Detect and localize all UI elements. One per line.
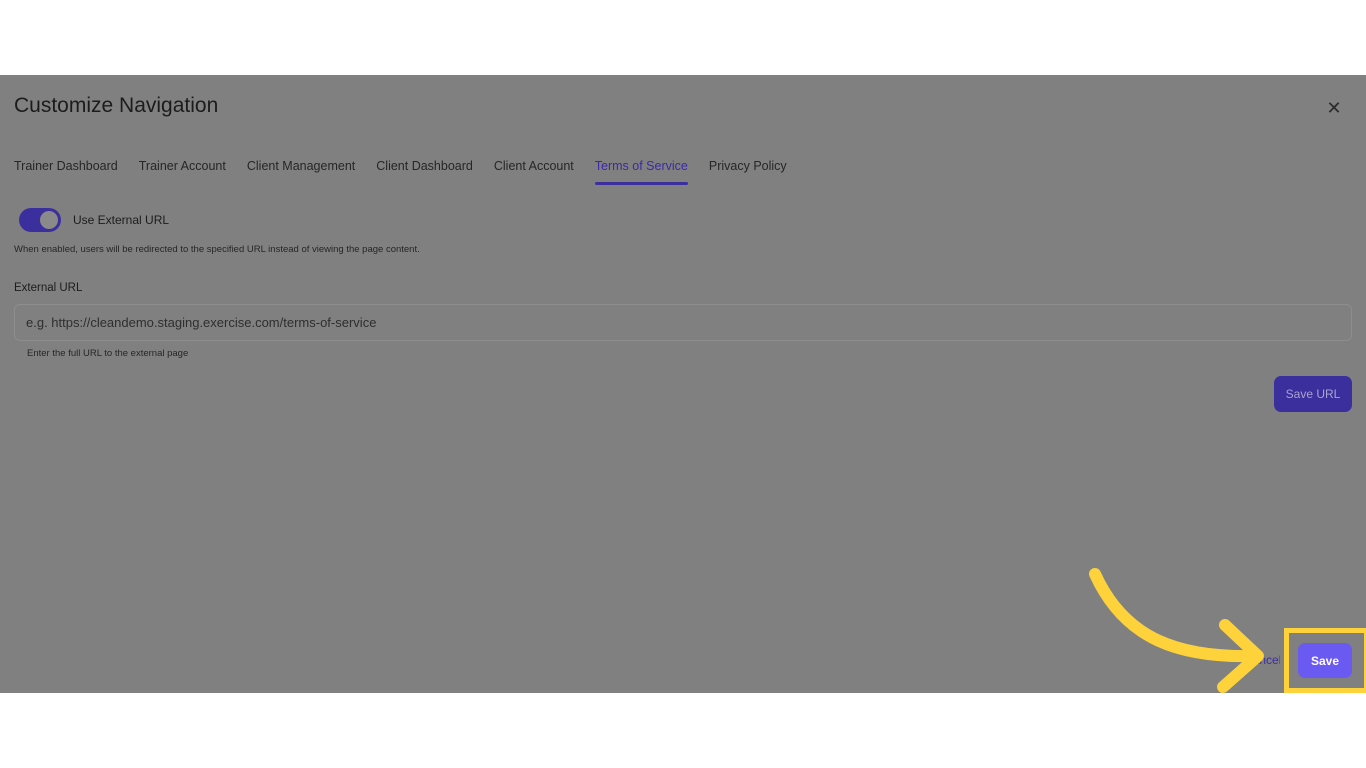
toggle-label: Use External URL — [73, 213, 170, 227]
tab-client-management[interactable]: Client Management — [247, 159, 355, 185]
tab-trainer-dashboard[interactable]: Trainer Dashboard — [14, 159, 118, 185]
tab-privacy-policy[interactable]: Privacy Policy — [709, 159, 787, 185]
tab-client-account[interactable]: Client Account — [494, 159, 574, 185]
toggle-knob — [40, 211, 58, 229]
modal-title: Customize Navigation — [14, 94, 219, 117]
tab-trainer-account[interactable]: Trainer Account — [139, 159, 226, 185]
external-url-label: External URL — [14, 282, 83, 294]
external-url-input[interactable] — [14, 304, 1352, 341]
external-url-help-text: Enter the full URL to the external page — [27, 348, 189, 359]
save-url-button[interactable]: Save URL — [1274, 376, 1352, 412]
toggle-help-text: When enabled, users will be redirected t… — [14, 244, 420, 255]
close-icon[interactable]: ✕ — [1323, 97, 1345, 119]
use-external-url-toggle[interactable] — [19, 208, 61, 232]
save-button-highlight — [1284, 628, 1366, 693]
curved-arrow-icon — [1089, 568, 1264, 693]
tab-terms-of-service[interactable]: Terms of Service — [594, 159, 688, 185]
navigation-tabs: Trainer Dashboard Trainer Account Client… — [14, 159, 808, 185]
tab-client-dashboard[interactable]: Client Dashboard — [376, 159, 473, 185]
